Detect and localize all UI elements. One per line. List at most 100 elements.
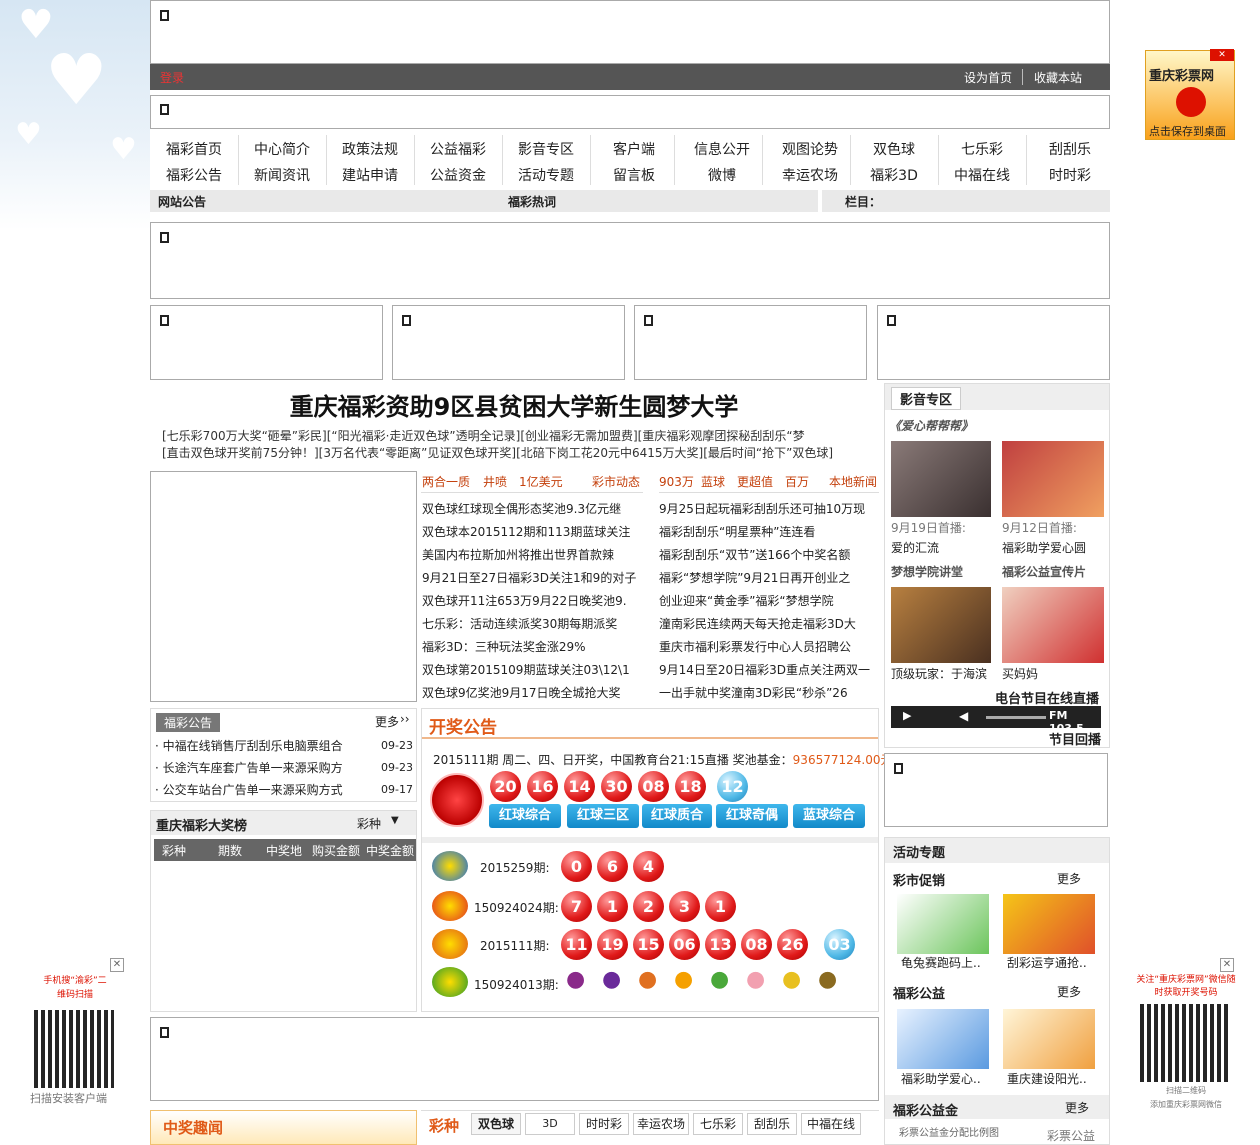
news-link[interactable]: 双色球第2015109期蓝球关注03\12\1 (422, 659, 644, 682)
news-link[interactable]: 福彩刮刮乐“双节”送166个中奖名额 (659, 544, 878, 567)
analysis-button[interactable]: 红球质合 (642, 804, 712, 828)
video-name[interactable]: 爱的汇流 (891, 539, 939, 556)
news-tab[interactable]: 1亿美元 (519, 473, 563, 490)
news-link[interactable]: 美国内布拉斯加州将推出世界首款辣 (422, 544, 644, 567)
analysis-button[interactable]: 红球综合 (489, 804, 561, 828)
news-link[interactable]: 福彩3D：三种玩法奖金涨29% (422, 636, 644, 659)
news-tab[interactable]: 本地新闻 (829, 473, 877, 490)
nav-item[interactable]: 新闻资讯 (238, 165, 326, 185)
video-thumbnail[interactable] (1002, 441, 1104, 517)
nav-item[interactable]: 公益福彩 (414, 139, 502, 159)
headline-links-2[interactable]: [直击双色球开奖前75分钟！][3万名代表“零距离”见证双色球开奖][北碚下岗工… (162, 444, 878, 461)
news-tab[interactable]: 更超值 (737, 473, 773, 490)
fund-more-link[interactable]: 更多 (1065, 1099, 1089, 1116)
nav-item[interactable]: 公益资金 (414, 165, 502, 185)
analysis-button[interactable]: 红球奇偶 (716, 804, 788, 828)
welfare-thumbnail[interactable] (897, 1009, 989, 1069)
news-link[interactable]: 创业迎来“黄金季”福彩“梦想学院 (659, 590, 878, 613)
nav-item[interactable]: 刮刮乐 (1026, 139, 1114, 159)
nav-item[interactable]: 信息公开 (678, 139, 766, 159)
nav-item[interactable]: 福彩3D (850, 165, 938, 185)
promo-item[interactable]: 龟兔赛跑码上.. (901, 954, 981, 971)
desktop-save-widget[interactable]: ✕ 重庆彩票网 点击保存到桌面 (1145, 49, 1235, 140)
promo-item[interactable]: 刮彩运亨通抢.. (1007, 954, 1087, 971)
login-link[interactable]: 登录 (160, 69, 184, 86)
lottery-type-select[interactable]: 彩种 (357, 815, 381, 832)
analysis-button[interactable]: 红球三区 (567, 804, 639, 828)
news-link[interactable]: 9月21日至27日福彩3D关注1和9的对子 (422, 567, 644, 590)
nav-item[interactable]: 影音专区 (502, 139, 590, 159)
video-name[interactable]: 买妈妈 (1002, 665, 1038, 682)
nav-item[interactable]: 七乐彩 (938, 139, 1026, 159)
kind-tab[interactable]: 刮刮乐 (747, 1113, 797, 1135)
news-link[interactable]: 9月14日至20日福彩3D重点关注两双一 (659, 659, 878, 682)
kind-tab[interactable]: 时时彩 (579, 1113, 629, 1135)
video-name[interactable]: 福彩助学爱心圆 (1002, 539, 1086, 556)
nav-item[interactable]: 客户端 (590, 139, 678, 159)
kind-tab[interactable]: 中福在线 (801, 1113, 861, 1135)
announce-item[interactable]: · 中福在线销售厅刮刮乐电脑票组合 (155, 737, 345, 754)
news-link[interactable]: 潼南彩民连续两天每天抢走福彩3D大 (659, 613, 878, 636)
set-home-link[interactable]: 设为首页 (964, 69, 1012, 86)
volume-slider[interactable] (986, 716, 1046, 719)
headline-title[interactable]: 重庆福彩资助9区县贫困大学新生圆梦大学 (150, 387, 878, 422)
video-series[interactable]: 《爱心帮帮帮》 (889, 417, 973, 434)
welfare-item[interactable]: 福彩助学爱心.. (901, 1070, 981, 1087)
news-tab[interactable]: 彩市动态 (592, 473, 640, 490)
promo-thumbnail[interactable] (897, 894, 989, 954)
news-link[interactable]: 七乐彩：活动连续派奖30期每期派奖 (422, 613, 644, 636)
promo-thumbnail[interactable] (1003, 894, 1095, 954)
nav-item[interactable]: 中福在线 (938, 165, 1026, 185)
news-link[interactable]: 一出手就中奖潼南3D彩民“秒杀”26 (659, 682, 878, 705)
welfare-thumbnail[interactable] (1003, 1009, 1095, 1069)
news-link[interactable]: 福彩刮刮乐“明星票种”连连看 (659, 521, 878, 544)
news-link[interactable]: 9月25日起玩福彩刮刮乐还可抽10万现 (659, 498, 878, 521)
nav-item[interactable]: 微博 (678, 165, 766, 185)
close-icon[interactable]: ✕ (1220, 958, 1234, 972)
nav-item[interactable]: 福彩公告 (150, 165, 238, 185)
nav-item[interactable]: 观图论势 (766, 139, 854, 159)
bookmark-link[interactable]: 收藏本站 (1034, 69, 1082, 86)
volume-icon[interactable]: ◀ (959, 709, 968, 723)
fund-right-label[interactable]: 彩票公益 (1047, 1127, 1095, 1144)
announce-item[interactable]: · 公交车站台广告单一来源采购方式 (155, 781, 345, 798)
headline-links-1[interactable]: [七乐彩700万大奖“砸晕”彩民][“阳光福彩·走近双色球”透明全记录][创业福… (162, 427, 878, 444)
promo-more-link[interactable]: 更多 (1057, 870, 1081, 887)
welfare-item[interactable]: 重庆建设阳光.. (1007, 1070, 1087, 1087)
news-link[interactable]: 双色球红球现全偶形态奖池9.3亿元继 (422, 498, 644, 521)
nav-item[interactable]: 留言板 (590, 165, 678, 185)
kind-tab[interactable]: 双色球 (471, 1113, 521, 1135)
nav-item[interactable]: 福彩首页 (150, 139, 238, 159)
nav-item[interactable]: 中心简介 (238, 139, 326, 159)
news-link[interactable]: 双色球本2015112期和113期蓝球关注 (422, 521, 644, 544)
nav-item[interactable]: 双色球 (850, 139, 938, 159)
announce-more-link[interactable]: 更多 (375, 713, 399, 730)
slideshow-image[interactable] (150, 471, 417, 702)
video-thumbnail[interactable] (891, 441, 991, 517)
kind-tab[interactable]: 幸运农场 (633, 1113, 689, 1135)
news-tab[interactable]: 两合一质 (422, 473, 470, 490)
nav-item[interactable]: 政策法规 (326, 139, 414, 159)
video-thumbnail[interactable] (1002, 587, 1104, 663)
close-icon[interactable]: ✕ (1210, 49, 1234, 61)
news-tab[interactable]: 903万 (659, 473, 694, 490)
analysis-button[interactable]: 蓝球综合 (793, 804, 865, 828)
news-link[interactable]: 福彩“梦想学院”9月21日再开创业之 (659, 567, 878, 590)
kind-tab[interactable]: 3D (525, 1113, 575, 1135)
kind-tab[interactable]: 七乐彩 (693, 1113, 743, 1135)
chevron-down-icon[interactable]: ▼ (391, 815, 399, 826)
news-tab[interactable]: 百万 (785, 473, 809, 490)
news-tab[interactable]: 蓝球 (701, 473, 725, 490)
news-link[interactable]: 双色球开11注653万9月22日晚奖池9. (422, 590, 644, 613)
nav-item[interactable]: 建站申请 (326, 165, 414, 185)
news-link[interactable]: 双色球9亿奖池9月17日晚全城抢大奖 (422, 682, 644, 705)
close-icon[interactable]: ✕ (110, 958, 124, 972)
play-icon[interactable]: ▶ (903, 709, 911, 722)
welfare-more-link[interactable]: 更多 (1057, 983, 1081, 1000)
nav-item[interactable]: 幸运农场 (766, 165, 854, 185)
news-tab[interactable]: 井喷 (483, 473, 507, 490)
nav-item[interactable]: 活动专题 (502, 165, 590, 185)
video-name[interactable]: 顶级玩家：于海滨 (891, 665, 987, 682)
news-link[interactable]: 重庆市福利彩票发行中心人员招聘公 (659, 636, 878, 659)
video-thumbnail[interactable] (891, 587, 991, 663)
